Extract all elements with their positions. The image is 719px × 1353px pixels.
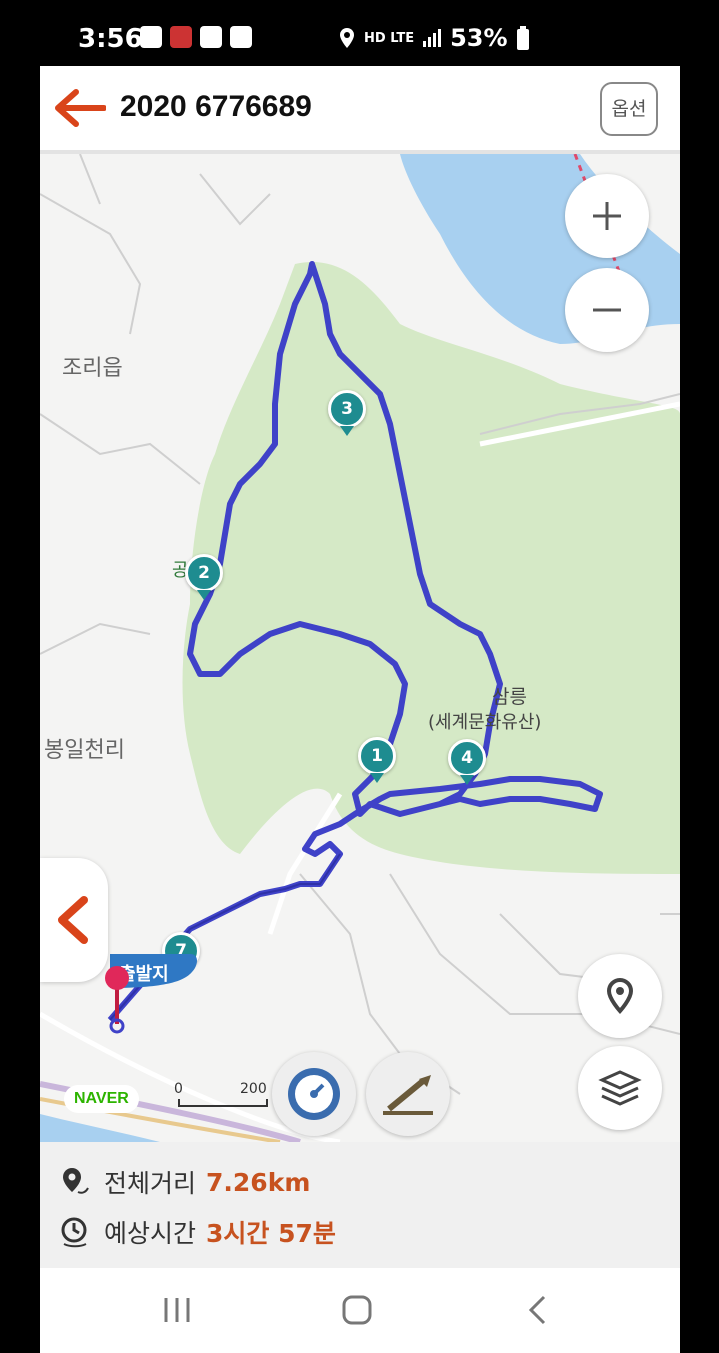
distance-value: 7.26km <box>206 1167 311 1197</box>
marker-tail <box>460 775 474 785</box>
marker-tail <box>197 590 211 600</box>
location-pin-icon <box>606 978 634 1014</box>
place-label-samneung: 삼릉 <box>492 686 527 708</box>
plus-icon <box>593 202 621 230</box>
missed-call-icon <box>200 26 222 48</box>
marker-number: 3 <box>328 390 366 428</box>
elevation-icon <box>383 1075 433 1115</box>
panel-toggle-tab[interactable] <box>40 858 108 982</box>
speedometer-button[interactable] <box>272 1052 356 1136</box>
app-icon <box>170 26 192 48</box>
naver-logo: NAVER <box>64 1085 139 1113</box>
layers-icon <box>598 1070 642 1106</box>
page-title: 2020 6776689 <box>120 90 312 123</box>
battery-icon <box>516 26 529 50</box>
forest-area <box>182 262 680 874</box>
home-button[interactable] <box>332 1288 382 1332</box>
notification-icons <box>140 26 252 48</box>
zoom-in-button[interactable] <box>565 174 649 258</box>
scale-bar <box>178 1099 268 1107</box>
marker-tail <box>340 426 354 436</box>
back-arrow-icon[interactable] <box>54 88 106 128</box>
system-nav-bar <box>40 1268 680 1353</box>
place-label-jori: 조리읍 <box>62 356 123 381</box>
marker-tail <box>370 773 384 783</box>
back-chevron-icon <box>528 1295 546 1325</box>
header-bar: 2020 6776689 옵션 <box>40 66 680 154</box>
time-row: 예상시간 3시간 57분 <box>60 1214 336 1250</box>
route-marker[interactable]: 1 <box>358 737 396 783</box>
status-time: 3:56 <box>78 24 143 54</box>
route-distance-icon <box>63 1168 89 1194</box>
status-right: HD LTE 53% <box>338 24 530 52</box>
route-marker[interactable]: 4 <box>448 739 486 785</box>
battery-percent: 53% <box>450 24 508 52</box>
signal-icon <box>423 29 442 47</box>
layers-button[interactable] <box>578 1046 662 1130</box>
minus-icon <box>593 308 621 312</box>
route-marker[interactable]: 3 <box>328 390 366 436</box>
chevron-left-icon <box>58 896 88 944</box>
distance-label: 전체거리 <box>104 1169 197 1198</box>
scale-distance: 200 <box>240 1081 267 1097</box>
home-icon <box>342 1295 372 1325</box>
marker-number: 1 <box>358 737 396 775</box>
back-button[interactable] <box>512 1288 562 1332</box>
time-label: 예상시간 <box>104 1219 197 1248</box>
options-button[interactable]: 옵션 <box>600 82 658 136</box>
place-label-heritage: (세계문화유산) <box>428 712 542 733</box>
start-pin-icon[interactable] <box>102 964 132 1034</box>
status-bar: 3:56 HD LTE 53% <box>0 0 719 66</box>
screenshot-icon <box>230 26 252 48</box>
elevation-button[interactable] <box>366 1052 450 1136</box>
marker-number: 2 <box>185 554 223 592</box>
route-marker[interactable]: 2 <box>185 554 223 600</box>
marker-number: 4 <box>448 739 486 777</box>
route-summary: 전체거리 7.26km 예상시간 3시간 57분 <box>40 1142 680 1268</box>
app-screen: 2020 6776689 옵션 조리읍 봉일천리 삼릉 (세계문화유산) 3 2… <box>40 66 680 1353</box>
place-label-bongil: 봉일천리 <box>44 738 125 763</box>
time-icon <box>61 1217 87 1248</box>
scale-zero: 0 <box>174 1081 183 1097</box>
distance-row: 전체거리 7.26km <box>60 1164 310 1200</box>
time-value: 3시간 57분 <box>206 1219 336 1248</box>
map-scale: 0 200 <box>174 1081 274 1111</box>
location-icon <box>340 28 354 48</box>
speedometer-icon <box>288 1068 340 1120</box>
zoom-out-button[interactable] <box>565 268 649 352</box>
my-location-button[interactable] <box>578 954 662 1038</box>
recent-apps-icon <box>164 1298 190 1322</box>
network-text: HD LTE <box>364 30 415 46</box>
recent-apps-button[interactable] <box>152 1288 202 1332</box>
map-view[interactable]: 조리읍 봉일천리 공릉산 삼릉 (세계문화유산) 3 2 1 4 7 출발지 <box>40 154 680 1142</box>
talk-icon <box>140 26 162 48</box>
